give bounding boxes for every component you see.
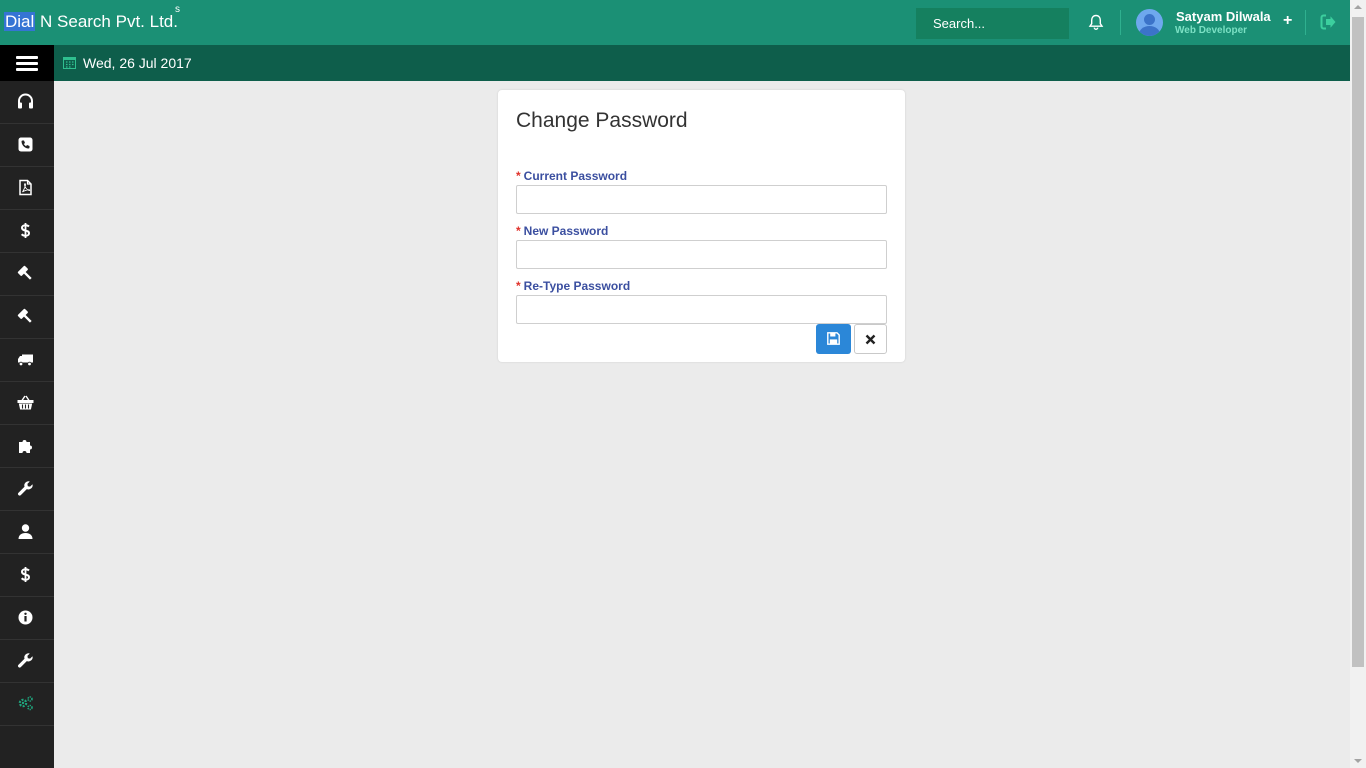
- header-divider: [1305, 10, 1306, 35]
- top-navbar: Dial N Search Pvt. Ltd.s Search... Satya…: [0, 0, 1350, 45]
- sidebar-item-support[interactable]: [0, 81, 54, 124]
- dollar-icon: [20, 223, 31, 238]
- brand-name: N Search Pvt. Ltd.: [35, 12, 178, 31]
- dollar-icon: [20, 567, 31, 582]
- sidebar-item-calls[interactable]: [0, 124, 54, 167]
- current-password-field[interactable]: [516, 185, 887, 214]
- add-button[interactable]: +: [1283, 12, 1292, 30]
- sidebar-item-documents[interactable]: [0, 167, 54, 210]
- sidebar-item-tools[interactable]: [0, 468, 54, 511]
- new-password-label: * New Password: [516, 224, 609, 238]
- brand-logo[interactable]: Dial N Search Pvt. Ltd.s: [4, 4, 183, 32]
- avatar[interactable]: [1136, 9, 1163, 36]
- retype-password-field[interactable]: [516, 295, 887, 324]
- gavel-icon: [17, 308, 32, 323]
- info-icon: [18, 610, 33, 625]
- required-mark: *: [516, 169, 521, 183]
- phone-icon: [18, 137, 33, 152]
- pdf-file-icon: [19, 179, 32, 196]
- scroll-down-arrow-icon[interactable]: [1354, 759, 1362, 763]
- sidebar-item-legal[interactable]: [0, 253, 54, 296]
- user-role: Web Developer: [1175, 25, 1248, 36]
- brand-superscript: s: [174, 4, 180, 16]
- sidebar-item-info[interactable]: [0, 597, 54, 640]
- current-date: Wed, 26 Jul 2017: [83, 55, 192, 71]
- sidebar-item-auction[interactable]: [0, 296, 54, 339]
- logout-icon[interactable]: [1320, 14, 1337, 30]
- gears-icon: [18, 696, 33, 711]
- sidebar: [0, 45, 54, 768]
- gavel-icon: [17, 265, 32, 280]
- brand-highlight: Dial: [4, 12, 36, 31]
- page-scrollbar[interactable]: [1350, 0, 1366, 768]
- close-icon: [865, 334, 876, 345]
- required-mark: *: [516, 224, 521, 238]
- cancel-button[interactable]: [854, 324, 887, 354]
- headset-icon: [18, 93, 33, 109]
- header-divider: [1120, 10, 1121, 35]
- wrench-icon: [18, 481, 33, 496]
- change-password-card: Change Password * Current Password * New P…: [498, 90, 905, 362]
- retype-password-label: * Re-Type Password: [516, 279, 631, 293]
- sidebar-item-settings[interactable]: [0, 683, 54, 726]
- sidebar-item-shop[interactable]: [0, 382, 54, 425]
- new-password-field[interactable]: [516, 240, 887, 269]
- page-title: Change Password: [516, 109, 688, 132]
- user-icon: [18, 524, 33, 539]
- date-bar: Wed, 26 Jul 2017: [54, 45, 1350, 81]
- sidebar-item-maintenance[interactable]: [0, 640, 54, 683]
- menu-toggle-button[interactable]: [0, 45, 54, 81]
- sidebar-item-plugins[interactable]: [0, 425, 54, 468]
- user-name[interactable]: Satyam Dilwala: [1176, 9, 1271, 24]
- current-password-label: * Current Password: [516, 169, 628, 183]
- truck-icon: [18, 354, 33, 367]
- basket-icon: [17, 395, 34, 410]
- sidebar-item-billing[interactable]: [0, 210, 54, 253]
- search-input[interactable]: Search...: [916, 8, 1069, 39]
- bell-icon[interactable]: [1088, 14, 1104, 31]
- required-mark: *: [516, 279, 521, 293]
- calendar-icon: [63, 57, 76, 69]
- scroll-up-arrow-icon[interactable]: [1354, 5, 1362, 9]
- scrollbar-thumb[interactable]: [1352, 17, 1364, 667]
- puzzle-icon: [19, 440, 32, 453]
- floppy-disk-icon: [827, 332, 840, 345]
- sidebar-item-users[interactable]: [0, 511, 54, 554]
- sidebar-item-payments[interactable]: [0, 554, 54, 597]
- save-button[interactable]: [816, 324, 851, 354]
- wrench-icon: [18, 653, 33, 668]
- sidebar-item-delivery[interactable]: [0, 339, 54, 382]
